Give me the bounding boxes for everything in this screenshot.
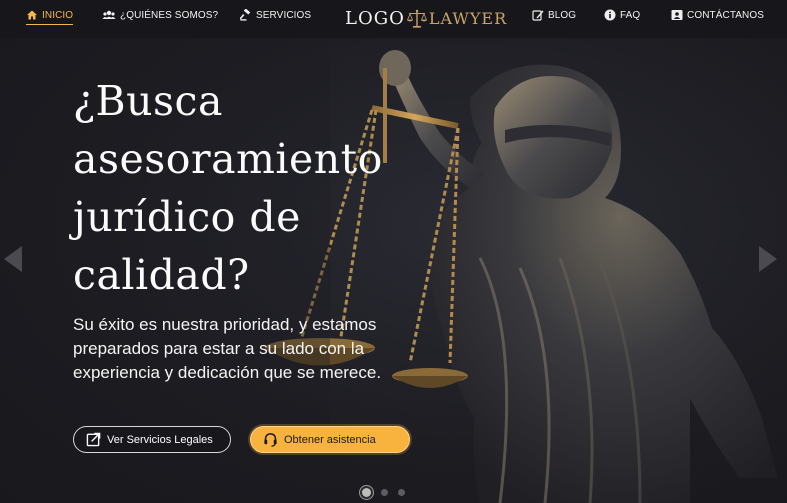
gavel-icon (240, 9, 251, 21)
nav-label-inicio: INICIO (42, 9, 74, 21)
nav-label-blog: BLOG (548, 9, 577, 21)
site-logo[interactable]: LOGO LAWYER (345, 8, 507, 29)
scales-icon (406, 9, 427, 28)
external-link-icon (86, 432, 101, 447)
slider-dot-2[interactable] (381, 489, 388, 496)
edit-icon (532, 10, 544, 21)
hero-subtitle: Su éxito es nuestra prioridad, y estamos… (73, 315, 382, 382)
nav-item-inicio[interactable]: INICIO (26, 9, 74, 25)
nav-label-quienes-somos: ¿QUIÉNES SOMOS? (120, 9, 219, 21)
main-navbar: INICIO ¿QUIÉNES SOMOS? SERVICIOS LOGO LA… (0, 0, 787, 38)
logo-text-lawyer: LAWYER (428, 9, 508, 28)
slider-pagination (362, 488, 405, 497)
headset-icon (264, 433, 277, 447)
nav-item-servicios[interactable]: SERVICIOS (240, 9, 311, 21)
nav-label-faq: FAQ (620, 9, 641, 21)
slider-prev-arrow-icon[interactable] (2, 244, 24, 274)
info-icon (604, 9, 616, 21)
view-legal-services-label: Ver Servicios Legales (107, 433, 213, 446)
nav-item-faq[interactable]: FAQ (604, 9, 640, 21)
home-icon (27, 10, 37, 20)
view-legal-services-button[interactable]: Ver Servicios Legales (73, 426, 231, 453)
nav-item-quienes-somos[interactable]: ¿QUIÉNES SOMOS? (102, 9, 218, 21)
users-icon (102, 10, 116, 19)
nav-item-contactanos[interactable]: CONTÁCTANOS (671, 9, 764, 21)
logo-text-logo: LOGO (345, 8, 405, 29)
slider-dot-1[interactable] (362, 488, 371, 497)
nav-label-contactanos: CONTÁCTANOS (687, 9, 765, 21)
get-assistance-label: Obtener asistencia (284, 433, 376, 446)
contact-card-icon (671, 10, 683, 20)
slider-next-arrow-icon[interactable] (757, 244, 779, 274)
slider-dot-3[interactable] (398, 489, 405, 496)
hero-title: ¿Busca asesoramiento jurídico de calidad… (73, 77, 383, 299)
hero-section: ¿Busca asesoramiento jurídico de calidad… (0, 38, 787, 503)
nav-label-servicios: SERVICIOS (256, 9, 312, 21)
get-assistance-button[interactable]: Obtener asistencia (250, 426, 410, 453)
nav-item-blog[interactable]: BLOG (532, 9, 576, 21)
